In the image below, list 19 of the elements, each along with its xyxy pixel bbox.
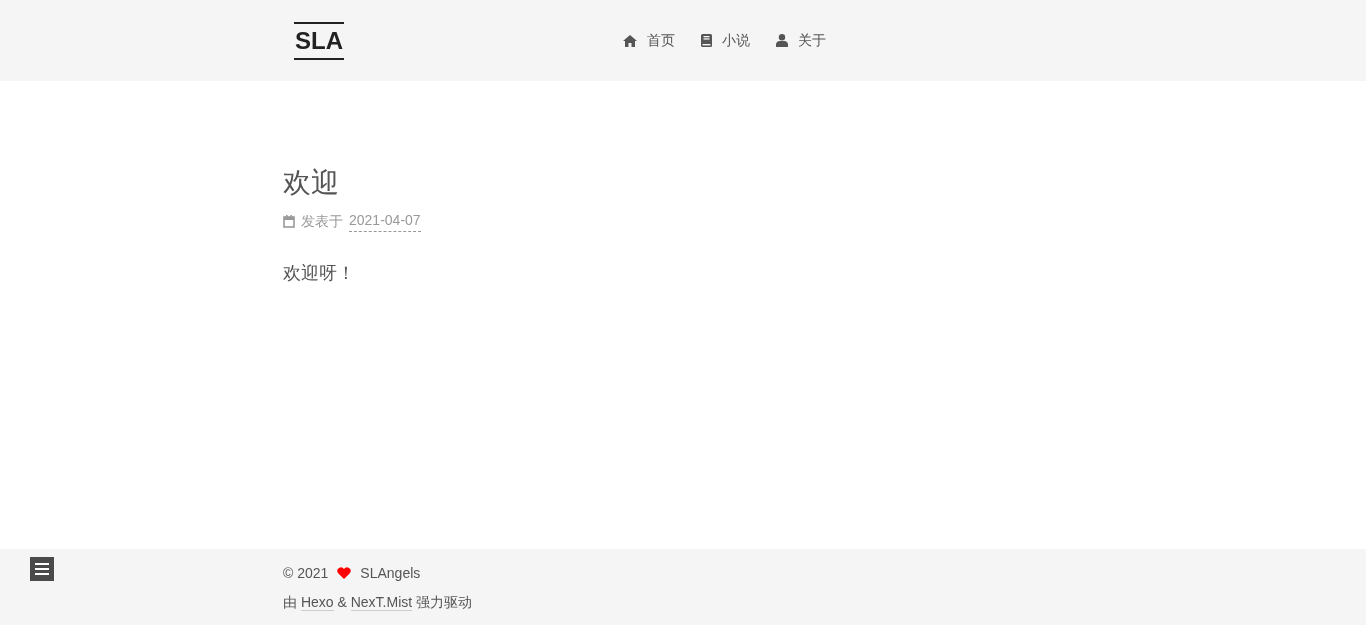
footer-link[interactable]: NexT.Mist xyxy=(350,594,413,611)
calendar-icon xyxy=(283,214,295,228)
book-icon xyxy=(701,34,712,47)
post-body: 欢迎呀！ xyxy=(283,262,356,285)
copyright-year: © 2021 xyxy=(283,564,329,583)
home-icon xyxy=(623,34,637,47)
nav-link[interactable]: 关于 xyxy=(776,30,826,51)
nav-link[interactable]: 首页 xyxy=(623,30,675,51)
nav-link[interactable]: 小说 xyxy=(701,30,750,51)
user-icon xyxy=(776,34,788,47)
post-title: 欢迎 xyxy=(283,166,340,200)
heart-icon xyxy=(337,567,352,579)
meta-label: 发表于 xyxy=(301,211,343,231)
menu-button[interactable] xyxy=(30,557,54,581)
menu-icon xyxy=(35,563,49,575)
footer-link[interactable]: Hexo xyxy=(300,594,334,611)
powered-by-text: 由 Hexo & NexT.Mist 强力驱动 xyxy=(283,593,474,612)
site-logo[interactable]: SLA xyxy=(294,21,344,60)
author-name: SLAngels xyxy=(360,564,421,583)
